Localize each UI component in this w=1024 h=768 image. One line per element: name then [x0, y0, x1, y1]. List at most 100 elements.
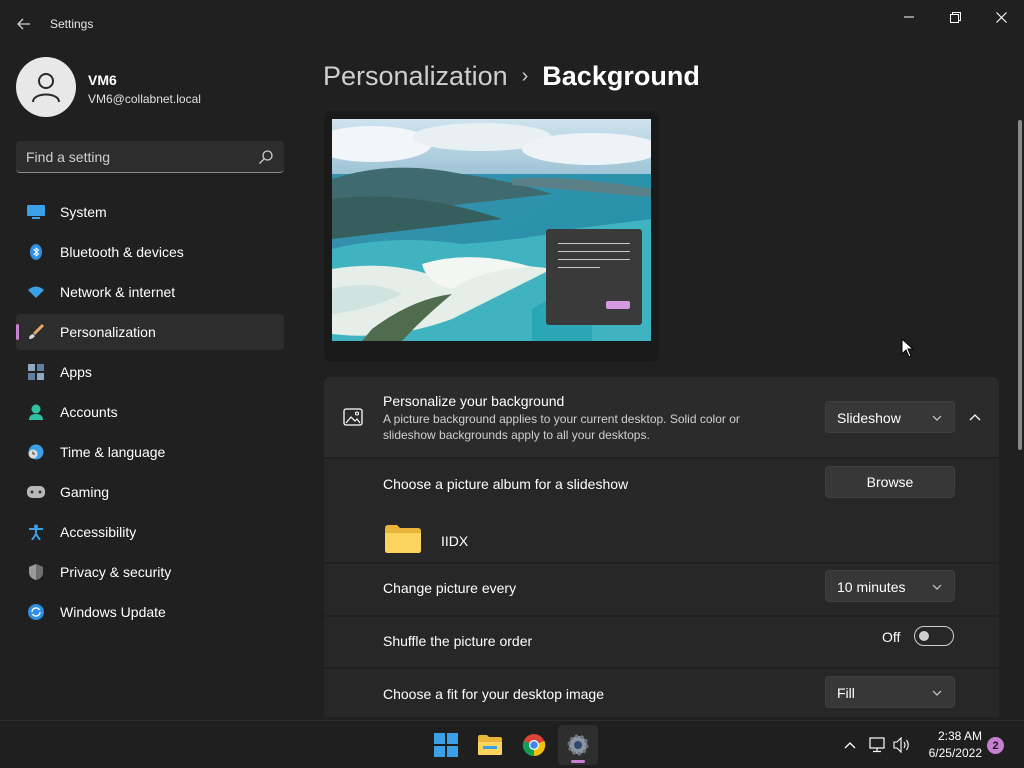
chrome-button[interactable] [514, 725, 554, 765]
back-arrow-icon [17, 18, 30, 30]
network-icon [869, 737, 885, 753]
close-icon [995, 11, 1007, 23]
fit-dropdown[interactable]: Fill [825, 676, 955, 708]
background-description: A picture background applies to your cur… [383, 412, 740, 442]
shuffle-toggle[interactable] [914, 626, 954, 646]
file-explorer-icon [478, 735, 502, 755]
sidebar-item-apps[interactable]: Apps [16, 354, 284, 390]
sidebar-item-gaming[interactable]: Gaming [16, 474, 284, 510]
system-icon [27, 204, 45, 220]
sidebar-item-bluetooth[interactable]: Bluetooth & devices [16, 234, 284, 270]
accessibility-icon [27, 524, 45, 540]
network-tray-button[interactable] [868, 735, 888, 755]
scrollbar[interactable] [1018, 120, 1022, 450]
breadcrumb: Personalization › Background [323, 58, 700, 94]
chevron-down-icon [932, 584, 942, 590]
sidebar-item-label: Privacy & security [60, 564, 172, 580]
taskbar: 2:38 AM 6/25/2022 2 [0, 720, 1024, 768]
restore-button[interactable] [932, 6, 978, 28]
notification-badge[interactable]: 2 [987, 737, 1004, 754]
sidebar-nav: System Bluetooth & devices Network & int… [16, 194, 284, 634]
start-icon [434, 733, 458, 757]
show-hidden-icons-button[interactable] [840, 735, 860, 755]
fit-card: Choose a fit for your desktop image Fill [324, 669, 999, 717]
chrome-icon [522, 734, 546, 757]
folder-icon [385, 525, 421, 553]
minimize-button[interactable] [886, 6, 932, 28]
search-icon[interactable] [258, 149, 274, 165]
browse-button[interactable]: Browse [825, 466, 955, 498]
bluetooth-icon [27, 244, 45, 260]
title-bar: Settings [0, 0, 1024, 48]
desktop-preview [324, 111, 659, 362]
sidebar-item-accessibility[interactable]: Accessibility [16, 514, 284, 550]
chevron-up-icon [969, 414, 981, 421]
close-button[interactable] [978, 6, 1024, 28]
restore-icon [949, 11, 961, 23]
apps-icon [27, 364, 45, 380]
volume-tray-button[interactable] [892, 735, 912, 755]
clock-globe-icon [27, 444, 45, 460]
minimize-icon [904, 16, 914, 18]
toggle-knob [919, 631, 929, 641]
shuffle-card: Shuffle the picture order Off [324, 617, 999, 667]
sidebar-item-accounts[interactable]: Accounts [16, 394, 284, 430]
avatar[interactable] [16, 57, 76, 117]
sidebar-item-label: Personalization [60, 324, 156, 340]
user-name: VM6 [88, 72, 117, 88]
breadcrumb-separator-icon: › [521, 64, 529, 87]
update-icon [27, 604, 45, 620]
mouse-cursor-icon [901, 338, 915, 358]
breadcrumb-parent[interactable]: Personalization [323, 61, 508, 92]
active-app-indicator [571, 760, 585, 763]
chevron-down-icon [932, 690, 942, 696]
image-icon [343, 408, 363, 426]
gamepad-icon [27, 484, 45, 500]
collapse-button[interactable] [964, 401, 986, 433]
volume-icon [893, 737, 909, 753]
file-explorer-button[interactable] [470, 725, 510, 765]
chevron-down-icon [932, 415, 942, 421]
back-button[interactable] [12, 12, 36, 36]
interval-dropdown[interactable]: 10 minutes [825, 570, 955, 602]
sidebar-item-label: Bluetooth & devices [60, 244, 184, 260]
interval-card: Change picture every 10 minutes [324, 564, 999, 615]
fit-label: Choose a fit for your desktop image [383, 686, 605, 702]
shuffle-label: Shuffle the picture order [383, 633, 533, 649]
sidebar-item-label: System [60, 204, 107, 220]
album-card: Choose a picture album for a slideshow B… [324, 459, 999, 562]
preview-window-mock [546, 229, 642, 325]
sidebar-item-label: Time & language [60, 444, 166, 460]
sidebar-item-privacy[interactable]: Privacy & security [16, 554, 284, 590]
clock-date[interactable]: 6/25/2022 [920, 746, 982, 760]
clock-time[interactable]: 2:38 AM [930, 729, 982, 743]
user-icon [32, 73, 60, 103]
folder-name: IIDX [441, 533, 469, 549]
sidebar-item-label: Accounts [60, 404, 118, 420]
sidebar-item-time-language[interactable]: Time & language [16, 434, 284, 470]
sidebar-item-label: Accessibility [60, 524, 137, 540]
shield-icon [27, 564, 45, 580]
chevron-up-icon [844, 742, 856, 749]
search-box[interactable] [16, 141, 284, 173]
settings-taskbar-button[interactable] [558, 725, 598, 765]
shuffle-state-label: Off [882, 629, 901, 645]
sidebar-item-network[interactable]: Network & internet [16, 274, 284, 310]
dropdown-value: 10 minutes [837, 579, 906, 595]
album-folder-row: IIDX [324, 514, 999, 562]
settings-icon [567, 734, 589, 756]
user-email: VM6@collabnet.local [88, 92, 201, 106]
sidebar-item-label: Apps [60, 364, 92, 380]
sidebar-item-personalization[interactable]: Personalization [16, 314, 284, 350]
brush-icon [27, 324, 45, 340]
sidebar-item-windows-update[interactable]: Windows Update [16, 594, 284, 630]
background-type-dropdown[interactable]: Slideshow [825, 401, 955, 433]
page-title: Background [542, 60, 700, 91]
background-type-card: Personalize your background A picture ba… [324, 377, 999, 457]
dropdown-value: Fill [837, 685, 855, 701]
wifi-icon [27, 284, 45, 300]
sidebar-item-label: Network & internet [60, 284, 176, 300]
sidebar-item-system[interactable]: System [16, 194, 284, 230]
search-input[interactable] [26, 141, 246, 172]
start-button[interactable] [426, 725, 466, 765]
